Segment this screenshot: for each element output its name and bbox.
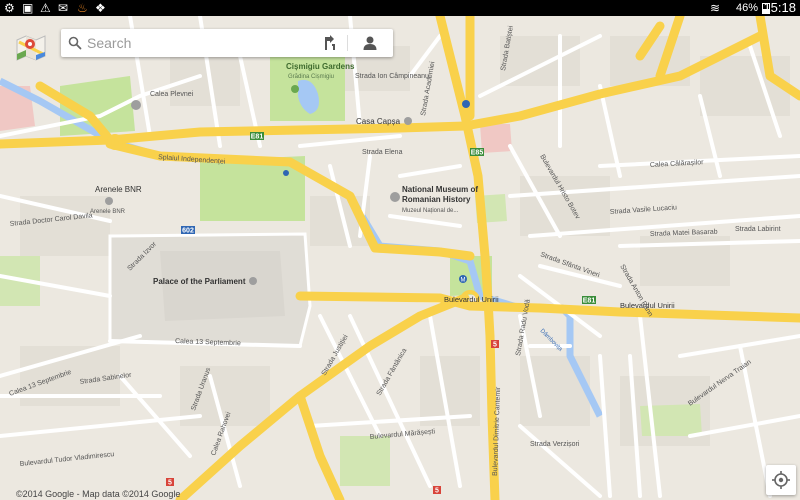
- dropbox-icon: ❖: [95, 1, 106, 15]
- street-verzisori: Strada Verzișori: [530, 441, 580, 448]
- directions-icon[interactable]: [321, 34, 339, 52]
- gmail-icon: ✉: [58, 1, 69, 15]
- road-shield-e81-west: E81: [251, 134, 264, 141]
- search-bar-divider: [347, 35, 348, 51]
- label-casa-capsa: Casa Capșa: [356, 117, 401, 126]
- arena-poi-icon[interactable]: [105, 197, 113, 205]
- road-shield-e85: E85: [471, 150, 484, 157]
- settings-gear-icon: ⚙: [4, 1, 15, 15]
- poi-circle-icon[interactable]: [131, 100, 141, 110]
- street-bd-unirii-center: Bulevardul Unirii: [444, 295, 499, 304]
- fire-icon: ♨: [77, 1, 88, 15]
- casa-capsa-poi-icon[interactable]: [404, 117, 412, 125]
- street-labirint: Strada Labirint: [735, 226, 781, 233]
- road-shield-e81-east: E81: [583, 298, 596, 305]
- crosshair-icon: [772, 471, 790, 489]
- label-museum-sub: Muzeul Național de...: [402, 208, 459, 214]
- street-cimpineanu: Strada Ion Câmpineanu: [355, 73, 429, 80]
- search-bar[interactable]: Search: [61, 29, 393, 57]
- bus-stop-icon[interactable]: [283, 170, 289, 176]
- palace-poi-icon[interactable]: [249, 277, 257, 285]
- battery-percentage: 46%: [735, 2, 758, 14]
- metro-label: M: [461, 278, 466, 284]
- street-elena: Strada Elena: [362, 149, 403, 156]
- status-bar: ⚙ ▣ ⚠ ✉ ♨ ❖ ≋ 46% 15:18: [0, 0, 800, 16]
- label-palace: Palace of the Parliament: [153, 277, 246, 286]
- my-location-button[interactable]: [766, 465, 796, 495]
- clock: 15:18: [763, 0, 796, 15]
- label-arenele: Arenele BNR: [95, 185, 142, 194]
- road-shield-5a: 5: [493, 342, 497, 349]
- search-icon[interactable]: [68, 36, 82, 50]
- label-museum: National Museum of: [402, 185, 478, 194]
- park-poi-icon[interactable]: [291, 85, 299, 93]
- label-cismigiu-sub: Grădina Cișmigiu: [288, 74, 334, 80]
- label-arenele-sub: Arenele BNR: [90, 209, 126, 215]
- museum-poi-icon[interactable]: [390, 192, 400, 202]
- warning-icon: ⚠: [40, 1, 51, 15]
- road-shield-5b: 5: [168, 480, 172, 487]
- road-shield-5c: 5: [435, 488, 439, 495]
- gallery-icon: ▣: [22, 1, 34, 15]
- map-copyright: ©2014 Google - Map data ©2014 Google: [16, 489, 181, 499]
- account-icon[interactable]: [361, 34, 379, 52]
- map-canvas[interactable]: E81 E85 E81 602 5 5 5 M Cișmigiu Gardens…: [0, 16, 800, 500]
- label-cismigiu: Cișmigiu Gardens: [286, 62, 355, 71]
- search-input[interactable]: Search: [87, 35, 131, 51]
- wifi-icon: ≋: [710, 1, 721, 15]
- label-museum-2: Romanian History: [402, 195, 471, 204]
- maps-logo-icon[interactable]: [15, 34, 47, 62]
- road-shield-602: 602: [182, 228, 194, 235]
- street-calea-plevnei: Calea Plevnei: [150, 91, 194, 98]
